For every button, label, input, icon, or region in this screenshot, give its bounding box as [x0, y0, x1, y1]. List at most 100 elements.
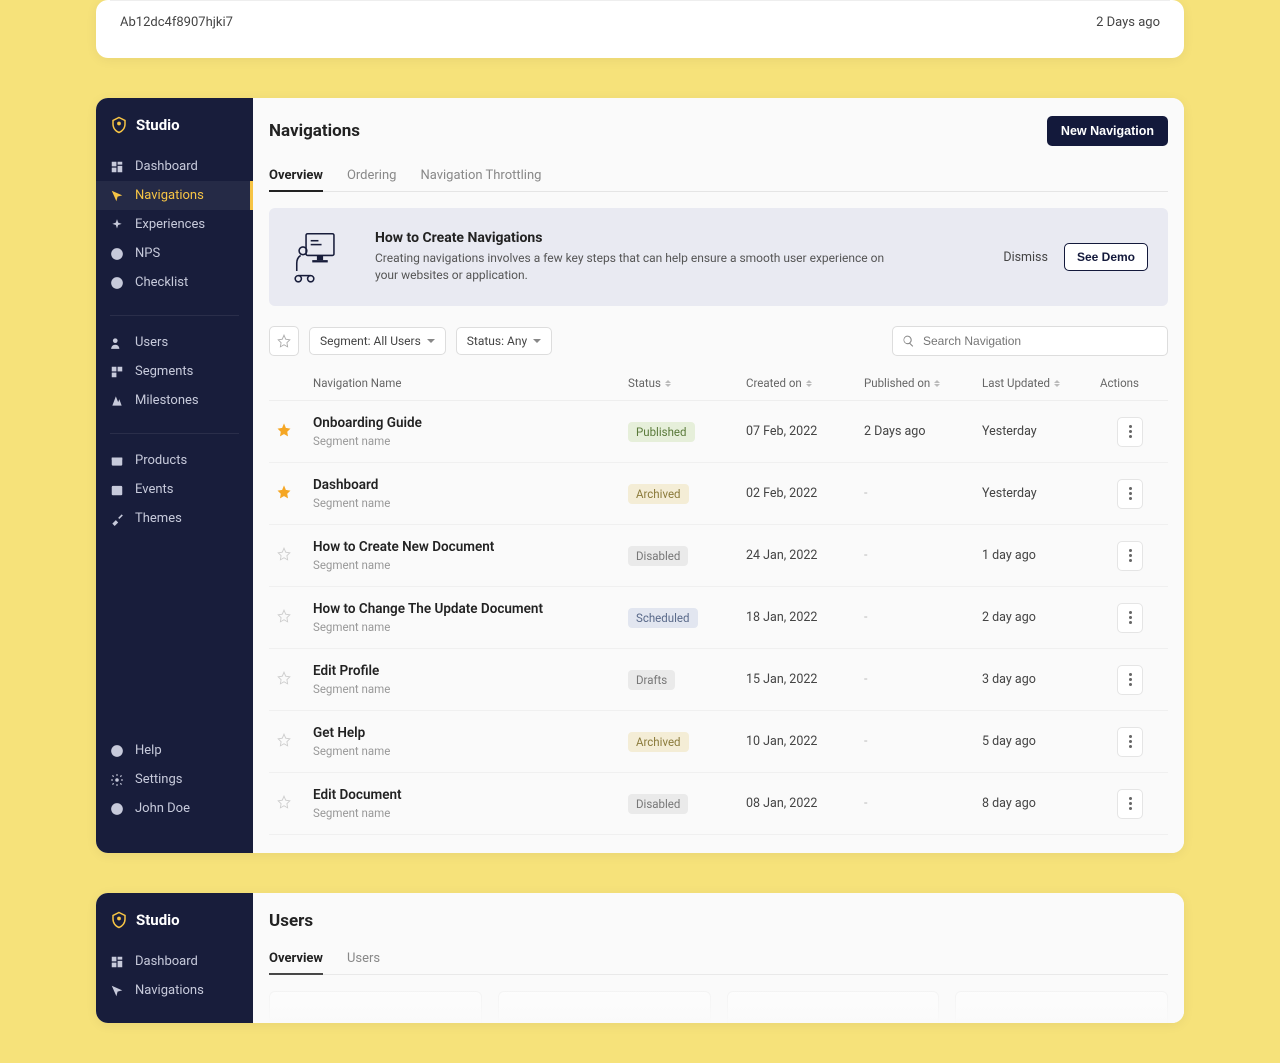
sort-icon: [806, 378, 814, 388]
th-status[interactable]: Status: [628, 376, 738, 390]
row-name-cell[interactable]: DashboardSegment name: [313, 477, 620, 510]
sidebar-item-dashboard[interactable]: Dashboard: [96, 152, 253, 181]
banner-illustration-icon: [289, 226, 351, 288]
favorites-filter-button[interactable]: [269, 326, 299, 356]
favorite-toggle[interactable]: [277, 795, 305, 813]
status-filter[interactable]: Status: Any: [456, 327, 552, 355]
search-icon: [902, 335, 915, 348]
row-actions-button[interactable]: [1117, 665, 1143, 695]
row-name: How to Create New Document: [313, 539, 620, 555]
row-actions-button[interactable]: [1117, 789, 1143, 819]
more-vertical-icon: [1129, 740, 1132, 743]
favorite-toggle[interactable]: [277, 423, 305, 441]
nav-label: Navigations: [135, 188, 204, 203]
status-badge: Published: [628, 422, 695, 442]
row-published: 2 Days ago: [864, 424, 974, 439]
row-name-cell[interactable]: Edit ProfileSegment name: [313, 663, 620, 696]
star-icon: [277, 485, 291, 499]
status-badge: Disabled: [628, 546, 688, 566]
favorite-toggle[interactable]: [277, 547, 305, 565]
sidebar-item-navigations[interactable]: Navigations: [96, 976, 253, 1005]
row-name-cell[interactable]: Onboarding GuideSegment name: [313, 415, 620, 448]
row-published: -: [864, 610, 974, 625]
nav-label: Settings: [135, 772, 182, 787]
row-created: 08 Jan, 2022: [746, 796, 856, 811]
favorite-toggle[interactable]: [277, 671, 305, 689]
th-name[interactable]: Navigation Name: [313, 376, 620, 390]
status-badge: Archived: [628, 732, 689, 752]
favorite-toggle[interactable]: [277, 733, 305, 751]
row-actions-button[interactable]: [1117, 541, 1143, 571]
row-created: 02 Feb, 2022: [746, 486, 856, 501]
nav-group-2: Users Segments Milestones: [96, 328, 253, 415]
row-name-cell[interactable]: Edit DocumentSegment name: [313, 787, 620, 820]
page-title: Navigations: [269, 121, 360, 141]
row-name-cell[interactable]: How to Change The Update DocumentSegment…: [313, 601, 620, 634]
th-created[interactable]: Created on: [746, 376, 856, 390]
star-icon: [277, 609, 291, 623]
sidebar-item-nps[interactable]: NPS: [96, 239, 253, 268]
tab-overview[interactable]: Overview: [269, 943, 323, 974]
row-status: Scheduled: [628, 608, 738, 628]
cursor-icon: [110, 984, 124, 998]
th-updated[interactable]: Last Updated: [982, 376, 1092, 390]
row-actions: [1100, 665, 1160, 695]
nav-label: Help: [135, 743, 162, 758]
brand[interactable]: Studio: [96, 911, 253, 947]
sidebar-item-navigations[interactable]: Navigations: [96, 181, 253, 210]
brand-text: Studio: [136, 116, 180, 134]
sidebar-item-events[interactable]: Events: [96, 475, 253, 504]
see-demo-button[interactable]: See Demo: [1064, 243, 1148, 271]
main-header: Navigations New Navigation: [269, 116, 1168, 146]
sidebar-item-milestones[interactable]: Milestones: [96, 386, 253, 415]
dashboard-icon: [110, 955, 124, 969]
row-name-cell[interactable]: How to Create New DocumentSegment name: [313, 539, 620, 572]
favorite-toggle[interactable]: [277, 485, 305, 503]
tab-ordering[interactable]: Ordering: [347, 160, 397, 191]
sidebar-item-profile[interactable]: John Doe: [96, 794, 253, 823]
app-card: Studio Dashboard Navigations Experiences: [96, 98, 1184, 853]
row-actions-button[interactable]: [1117, 603, 1143, 633]
dismiss-link[interactable]: Dismiss: [1003, 250, 1048, 265]
th-published[interactable]: Published on: [864, 376, 974, 390]
more-vertical-icon: [1129, 678, 1132, 681]
brand-text: Studio: [136, 911, 180, 929]
milestones-icon: [110, 394, 124, 408]
sidebar-item-settings[interactable]: Settings: [96, 765, 253, 794]
sidebar-item-experiences[interactable]: Experiences: [96, 210, 253, 239]
sidebar-item-segments[interactable]: Segments: [96, 357, 253, 386]
tab-navigation-throttling[interactable]: Navigation Throttling: [420, 160, 541, 191]
new-navigation-button[interactable]: New Navigation: [1047, 116, 1168, 146]
sidebar-item-checklist[interactable]: Checklist: [96, 268, 253, 297]
sidebar-item-help[interactable]: Help: [96, 736, 253, 765]
tab-users[interactable]: Users: [347, 943, 380, 974]
status-badge: Scheduled: [628, 608, 698, 628]
row-name: Dashboard: [313, 477, 620, 493]
row-created: 18 Jan, 2022: [746, 610, 856, 625]
row-actions-button[interactable]: [1117, 417, 1143, 447]
row-actions-button[interactable]: [1117, 479, 1143, 509]
table-row: Onboarding GuideSegment namePublished07 …: [269, 401, 1168, 463]
sidebar-item-users[interactable]: Users: [96, 328, 253, 357]
segment-filter[interactable]: Segment: All Users: [309, 327, 446, 355]
sidebar-item-themes[interactable]: Themes: [96, 504, 253, 533]
search-input[interactable]: [892, 326, 1168, 356]
row-updated: 1 day ago: [982, 548, 1092, 563]
tab-overview[interactable]: Overview: [269, 160, 323, 191]
row-name-cell[interactable]: Get HelpSegment name: [313, 725, 620, 758]
row-segment: Segment name: [313, 744, 620, 758]
row-segment: Segment name: [313, 682, 620, 696]
row-segment: Segment name: [313, 434, 620, 448]
brand[interactable]: Studio: [96, 116, 253, 152]
sidebar-item-products[interactable]: Products: [96, 446, 253, 475]
star-icon: [277, 334, 291, 348]
metric-card: [955, 991, 1168, 1023]
star-icon: [277, 795, 291, 809]
row-updated: Yesterday: [982, 486, 1092, 501]
favorite-toggle[interactable]: [277, 609, 305, 627]
avatar-icon: [110, 802, 124, 816]
row-actions-button[interactable]: [1117, 727, 1143, 757]
row-updated: 5 day ago: [982, 734, 1092, 749]
sidebar-item-dashboard[interactable]: Dashboard: [96, 947, 253, 976]
products-icon: [110, 454, 124, 468]
